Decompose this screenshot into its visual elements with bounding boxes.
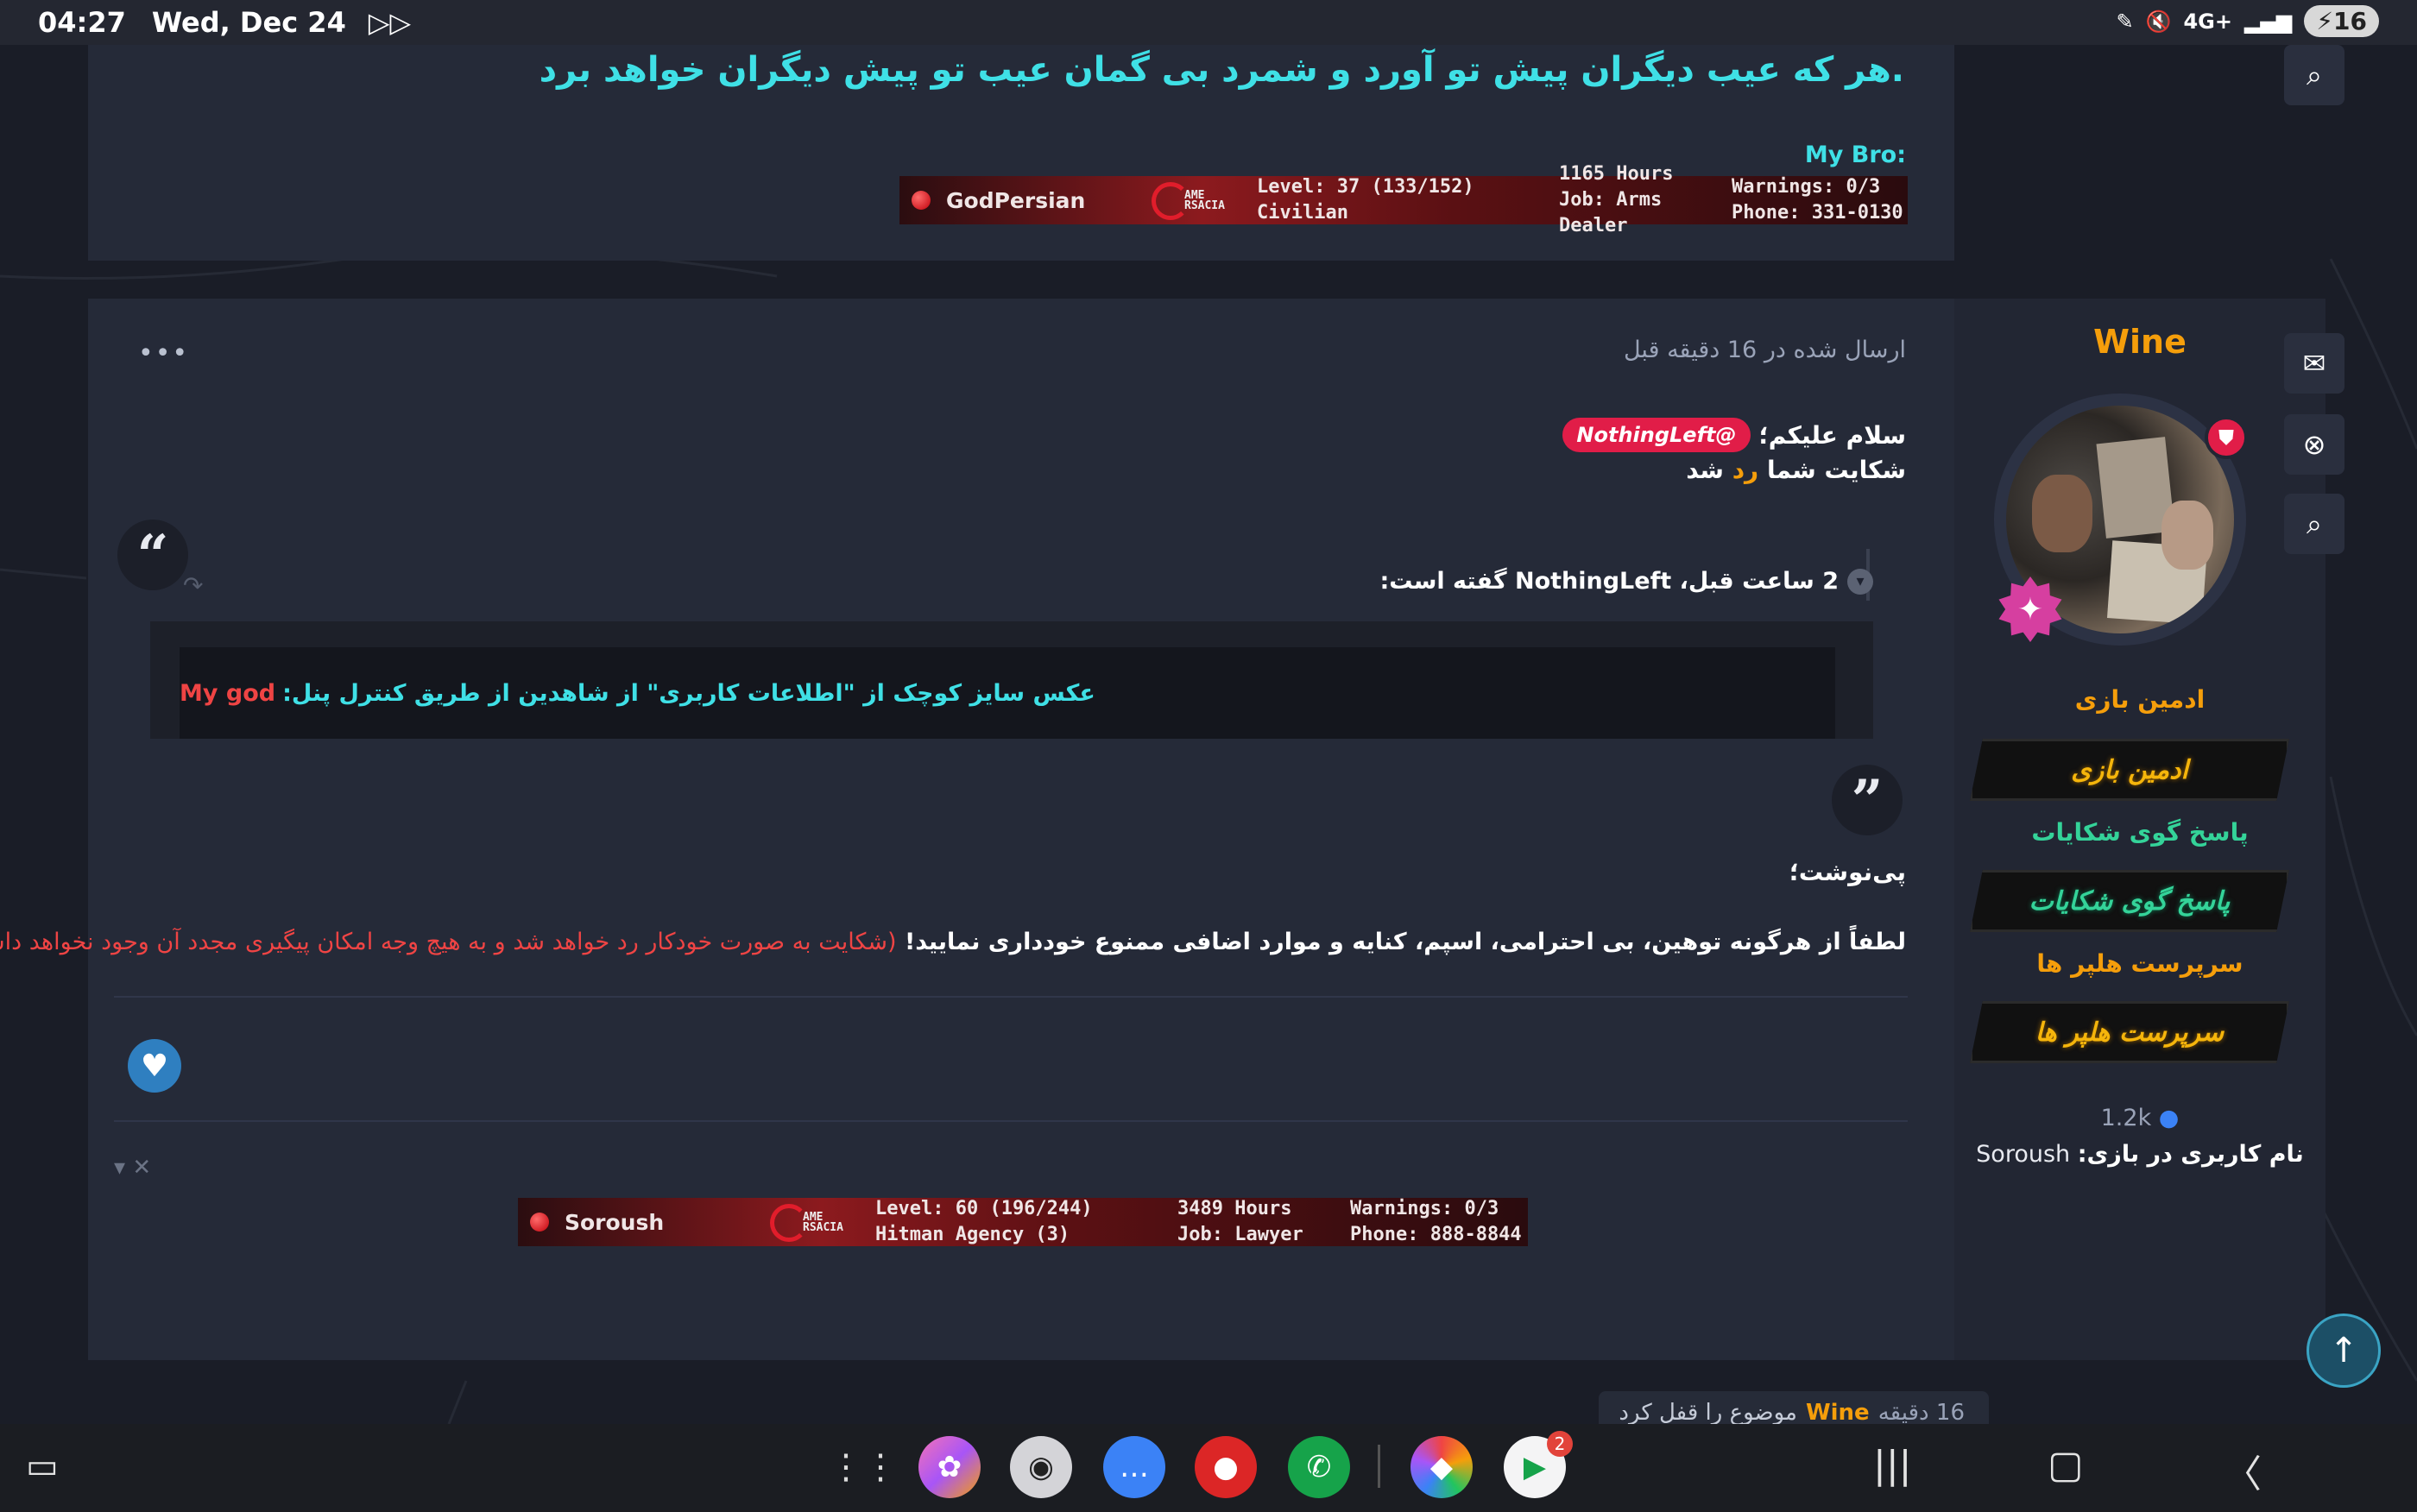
previous-post-signature: هر که عیب دیگران پیش تو آورد و شمرد بی گ… [88,45,1954,261]
banner-hours: 3489 Hours [1177,1198,1292,1219]
back-button-icon[interactable]: 〈 [2224,1443,2262,1498]
quote-text: عکس سایز کوچک از "اطلاعات کاربری" از شاه… [180,647,1835,739]
author-username[interactable]: Wine [1954,323,2325,361]
mybro-label: My Bro: [1804,142,1906,168]
inbox-icon[interactable]: ✉ [2284,333,2344,394]
complaint-status-line: شکایت شما رد شد [1686,456,1906,484]
app-drawer-icon[interactable]: ⋮⋮ [829,1436,898,1498]
signature-toggle[interactable]: ▾ ✕ [114,1155,151,1181]
banner-level: Level: 60 (196/244) [875,1198,1093,1219]
role-banner-admin: ادمین بازی [1970,739,2289,801]
postscript-heading: پی‌نوشت؛ [1789,858,1906,886]
home-button-icon[interactable]: ▢ [2048,1443,2084,1487]
contacts-app-icon[interactable]: ● [1195,1436,1257,1498]
search-icon[interactable]: ⌕ [2284,45,2344,105]
system-status-bar: 04:27 Wed, Dec 24 ▷▷ ✎ 🔇 4G+ ▂▄▆ ⚡16 [0,0,2417,45]
speech-bubble-icon: ● [2158,1105,2180,1131]
phone-app-icon[interactable]: ✆ [1288,1436,1350,1498]
share-arrow-icon[interactable]: ↷ [183,571,203,600]
role-banner-complaints: پاسخ گوی شکایات [1970,870,2289,932]
quote-close-icon: ” [1832,765,1903,835]
banner-warnings: Warnings: 0/3 [1732,176,1881,198]
signature-text: هر که عیب دیگران پیش تو آورد و شمرد بی گ… [539,50,1904,90]
role-banner-helper-supervisor: سرپرست هلپر ها [1970,1001,2289,1063]
signal-icon: ▂▄▆ [2243,9,2293,34]
heart-icon[interactable]: ♥ [128,1039,181,1093]
rules-text: لطفاً از هرگونه توهین، بی احترامی، اسپم،… [0,929,1906,955]
quote-open-icon: “ [117,520,188,590]
chevron-down-icon[interactable]: ▾ [1847,568,1873,595]
post-content: ارسال شده در 16 دقیقه قبل ••• سلام علیکم… [0,299,1954,1360]
banner-phone: Phone: 888-8844 [1350,1224,1522,1245]
banner-warnings: Warnings: 0/3 [1350,1198,1499,1219]
role-label-complaints: پاسخ گوی شکایات [2031,818,2249,847]
ingame-username: نام کاربری در بازی: Soroush [1976,1141,2304,1168]
online-status-icon [530,1213,549,1232]
greeting-line: سلام علیکم؛ @NothingLeft [1562,418,1906,452]
banner-level: Level: 37 (133/152) [1257,176,1474,198]
user-mention[interactable]: @NothingLeft [1562,418,1751,452]
store-app-icon[interactable]: ◆ [1410,1436,1473,1498]
network-label: 4G+ [2183,9,2232,34]
post-author-sidebar: Wine ⛊ ✦ ادمین بازی ادمین بازی پاسخ گوی … [1954,299,2325,1360]
recents-button-icon[interactable]: ||| [1873,1443,1911,1487]
notification-badge: 2 [1547,1431,1573,1457]
banner-player-name: Soroush [565,1209,665,1235]
pen-icon: ✎ [2116,9,2134,34]
scroll-to-top-button[interactable]: ↑ [2307,1314,2381,1388]
search-icon[interactable]: ⌕ [2284,494,2344,554]
mute-icon: 🔇 [2145,9,2172,34]
status-rejected: رد [1732,456,1759,484]
dock-separator [1378,1445,1380,1488]
messages-app-icon[interactable]: … [1103,1436,1165,1498]
banner-job: Job: Lawyer [1177,1224,1303,1245]
divider [114,996,1908,998]
lock-user[interactable]: Wine [1806,1400,1870,1426]
banner-job: Job: Arms Dealer [1559,189,1663,236]
post-date[interactable]: ارسال شده در 16 دقیقه قبل [1624,337,1906,363]
message-count: 1.2k ● [2100,1105,2180,1131]
play-store-notification-icon: ▷▷ [368,6,412,39]
shield-icon: ⛊ [2205,416,2248,459]
role-label-helper-supervisor: سرپرست هلپر ها [2036,949,2243,978]
camera-app-icon[interactable]: ◉ [1010,1436,1072,1498]
date: Wed, Dec 24 [151,6,346,39]
banner-hours: 1165 Hours [1559,163,1674,185]
banner-player-name: GodPersian [946,187,1086,213]
quote-link[interactable]: My god [180,680,275,707]
gallery-app-icon[interactable]: ✿ [918,1436,981,1498]
recent-screen-icon[interactable]: ▭ [26,1446,59,1486]
battery-icon: ⚡16 [2304,5,2379,37]
game-stats-banner: Soroush AME RSACIA Level: 60 (196/244) Hi… [518,1198,1528,1246]
game-logo-icon: AME RSACIA [1145,179,1240,222]
banner-role: Hitman Agency (3) [875,1224,1070,1245]
online-status-icon [912,191,931,210]
banner-phone: Phone: 331-0130 [1732,202,1903,224]
role-label-admin: ادمین بازی [2074,685,2206,714]
banner-role: Civilian [1257,202,1348,224]
close-icon[interactable]: ⊗ [2284,414,2344,475]
clock: 04:27 [38,6,126,39]
quote-header: ▾ 2 ساعت قبل، NothingLeft گفته است: [1379,568,1873,595]
game-stats-banner: GodPersian AME RSACIA Level: 37 (133/152… [899,163,1908,236]
quote-block: عکس سایز کوچک از "اطلاعات کاربری" از شاه… [150,621,1873,739]
game-logo-icon: AME RSACIA [763,1200,858,1244]
divider [114,1120,1908,1122]
more-options-icon[interactable]: ••• [138,338,189,369]
